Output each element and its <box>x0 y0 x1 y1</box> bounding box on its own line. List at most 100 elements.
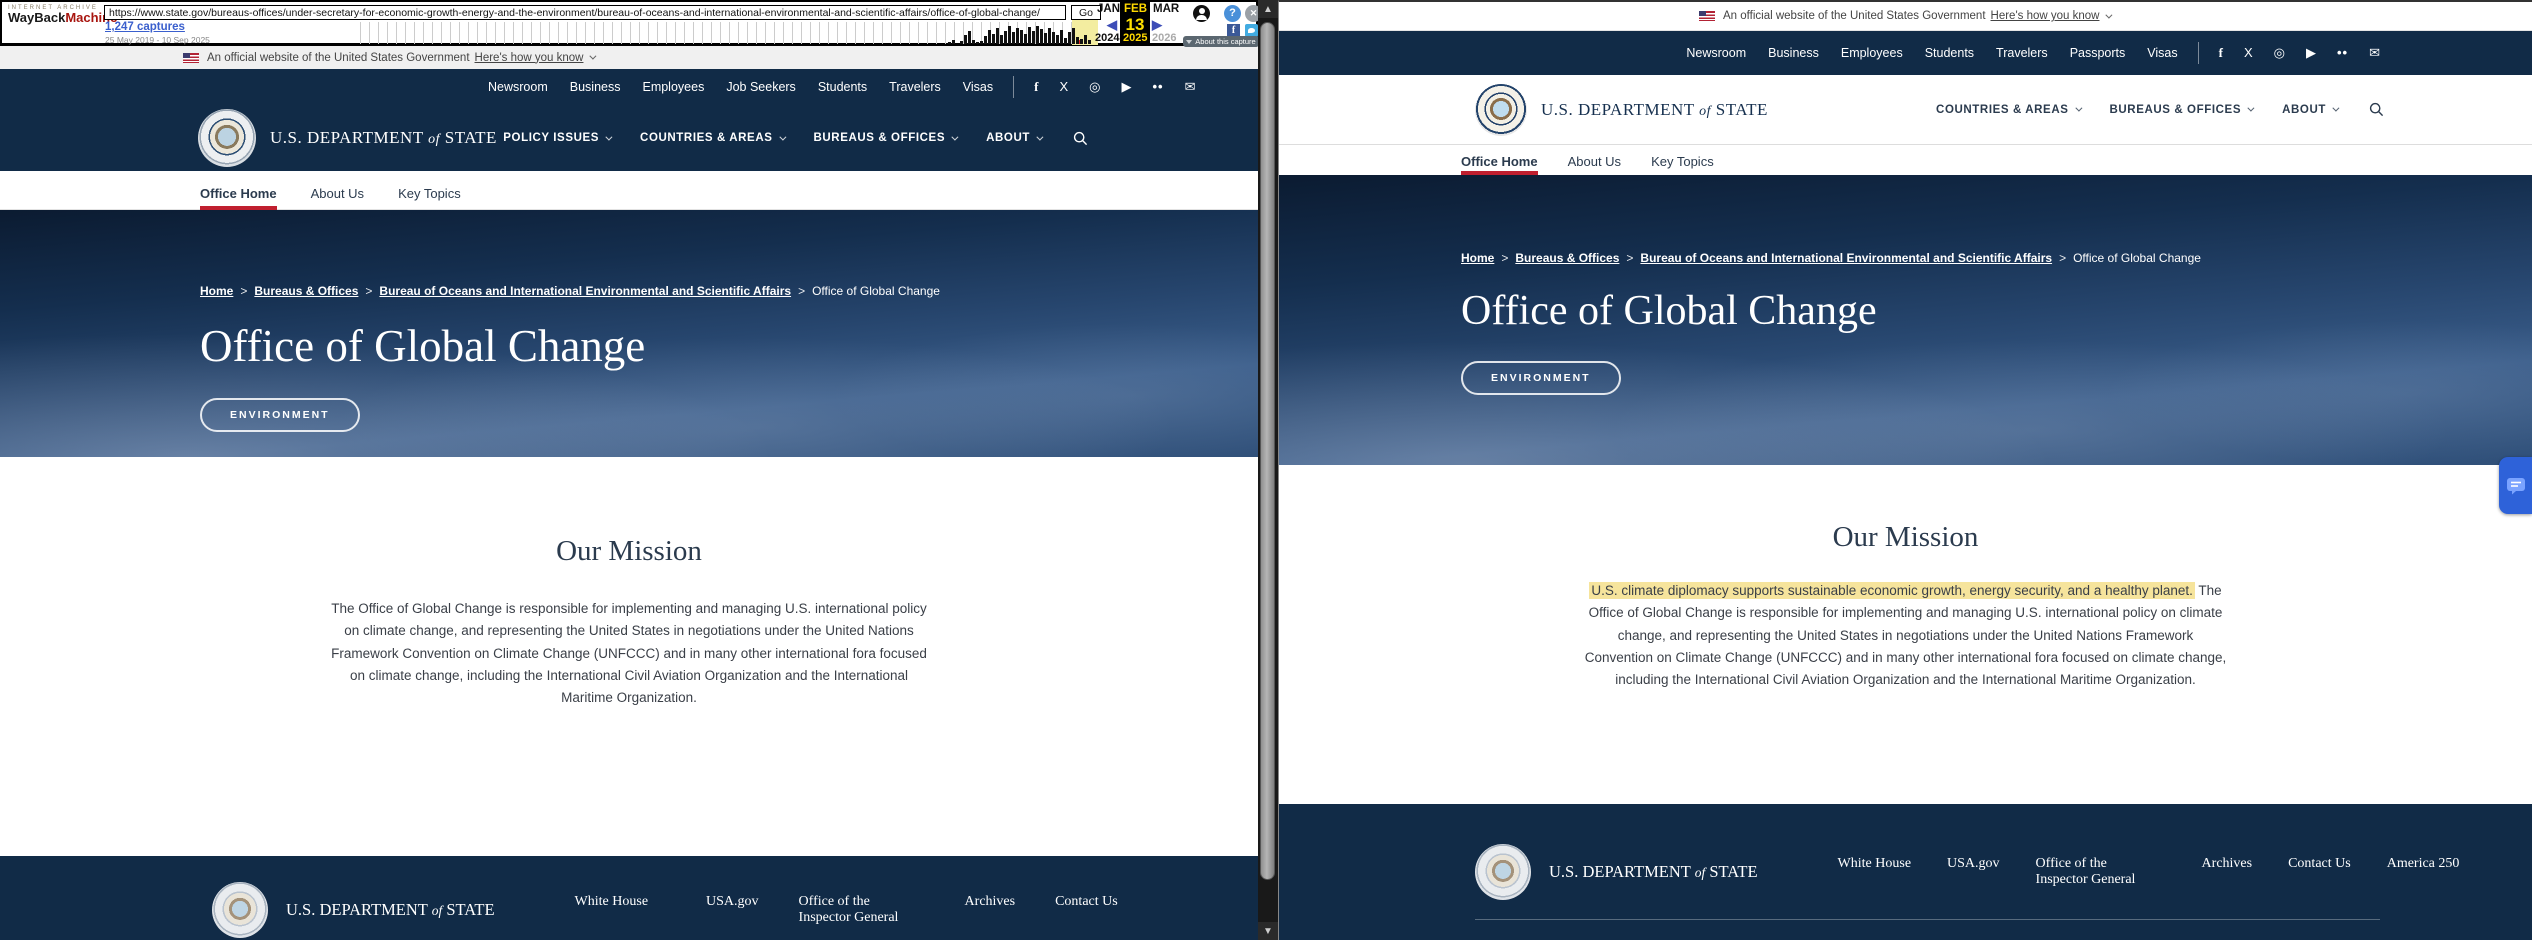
mission-paragraph: The Office of Global Change is responsib… <box>329 598 929 709</box>
state-department-seal[interactable] <box>1475 84 1527 136</box>
nav-about[interactable]: ABOUT <box>2282 104 2337 116</box>
scroll-down-arrow[interactable]: ▼ <box>1258 922 1278 940</box>
department-brand[interactable]: U.S. DEPARTMENT of STATE <box>1541 100 1768 120</box>
email-icon[interactable]: ✉ <box>1185 80 1196 94</box>
breadcrumb-home[interactable]: Home <box>1461 251 1494 265</box>
nav-bureaus-offices[interactable]: BUREAUS & OFFICES <box>2110 104 2253 116</box>
month-feb-active[interactable]: FEB <box>1124 3 1147 15</box>
utility-nav-item[interactable]: Business <box>1768 46 1819 60</box>
site-footer: U.S. DEPARTMENT of STATE White House USA… <box>0 856 1258 940</box>
breadcrumb-bureaus[interactable]: Bureaus & Offices <box>1515 251 1619 265</box>
next-capture-arrow[interactable]: ▶ <box>1152 17 1162 33</box>
utility-nav-item[interactable]: Passports <box>2070 46 2126 60</box>
breadcrumb-bureaus[interactable]: Bureaus & Offices <box>254 284 358 298</box>
facebook-icon[interactable]: f <box>2219 46 2223 60</box>
tab-about-us[interactable]: About Us <box>1568 154 1621 175</box>
vertical-scrollbar[interactable]: ▲ ▼ <box>1258 0 1278 940</box>
sparkline-bar <box>960 41 963 44</box>
sparkline-bar <box>1036 26 1039 44</box>
utility-nav-item[interactable]: Travelers <box>1996 46 2048 60</box>
tab-key-topics[interactable]: Key Topics <box>1651 154 1714 175</box>
search-icon[interactable] <box>1073 131 1088 146</box>
heres-how-link[interactable]: Here's how you know <box>475 52 584 64</box>
year-2024[interactable]: 2024 <box>1095 32 1119 44</box>
x-icon[interactable]: X <box>2244 46 2253 60</box>
youtube-icon[interactable]: ▶ <box>2306 46 2316 60</box>
footer-link-usa-gov[interactable]: USA.gov <box>1947 856 2000 872</box>
footer-link-archives[interactable]: Archives <box>965 894 1016 910</box>
flickr-icon[interactable]: •• <box>2337 46 2348 60</box>
utility-nav-item[interactable]: Students <box>818 80 867 94</box>
wayback-machine-logo[interactable]: INTERNET ARCHIVE WayBackMachine <box>8 5 103 24</box>
utility-nav-item[interactable]: Newsroom <box>1686 46 1746 60</box>
capture-sparkline[interactable] <box>948 22 1098 44</box>
breadcrumb-oes-bureau[interactable]: Bureau of Oceans and International Envir… <box>379 284 791 298</box>
breadcrumb-oes-bureau[interactable]: Bureau of Oceans and International Envir… <box>1640 251 2052 265</box>
flickr-icon[interactable]: •• <box>1153 80 1164 94</box>
instagram-icon[interactable]: ◎ <box>1089 80 1100 94</box>
footer-link-usa-gov[interactable]: USA.gov <box>706 894 759 910</box>
tab-office-home[interactable]: Office Home <box>200 186 277 210</box>
section-nav: Office Home About Us Key Topics <box>0 171 1258 210</box>
utility-nav-item[interactable]: Travelers <box>889 80 941 94</box>
utility-nav: Newsroom Business Employees Job Seekers … <box>488 80 993 94</box>
department-brand[interactable]: U.S. DEPARTMENT of STATE <box>270 128 497 148</box>
breadcrumb-home[interactable]: Home <box>200 284 233 298</box>
sparkline-bar <box>980 41 983 44</box>
wayback-url-input[interactable] <box>104 5 1066 20</box>
facebook-icon[interactable]: f <box>1034 80 1038 94</box>
tab-office-home[interactable]: Office Home <box>1461 154 1538 175</box>
environment-tag-button[interactable]: ENVIRONMENT <box>1461 361 1621 395</box>
footer-link-inspector-general[interactable]: Office of the Inspector General <box>2036 856 2144 888</box>
email-icon[interactable]: ✉ <box>2369 46 2380 60</box>
month-mar[interactable]: MAR <box>1153 3 1179 15</box>
scroll-up-arrow[interactable]: ▲ <box>1258 0 1278 18</box>
instagram-icon[interactable]: ◎ <box>2274 46 2285 60</box>
utility-nav-item[interactable]: Job Seekers <box>726 80 795 94</box>
footer-link-white-house[interactable]: White House <box>1838 856 1911 872</box>
previous-capture-arrow[interactable]: ◀ <box>1107 17 1117 33</box>
utility-nav-item[interactable]: Newsroom <box>488 80 548 94</box>
utility-nav-item[interactable]: Students <box>1925 46 1974 60</box>
state-department-seal[interactable] <box>198 109 256 167</box>
nav-countries-areas[interactable]: COUNTRIES & AREAS <box>1936 104 2079 116</box>
utility-nav-item[interactable]: Employees <box>642 80 704 94</box>
captures-count-link[interactable]: 1,247 captures <box>105 21 185 33</box>
tab-about-us[interactable]: About Us <box>311 186 364 210</box>
month-jan[interactable]: JAN <box>1097 3 1120 15</box>
nav-countries-areas[interactable]: COUNTRIES & AREAS <box>640 132 783 144</box>
breadcrumb: Home > Bureaus & Offices > Bureau of Oce… <box>200 284 1258 298</box>
year-2025-active[interactable]: 2025 <box>1123 32 1147 44</box>
search-icon[interactable] <box>2369 102 2384 117</box>
heres-how-link[interactable]: Here's how you know <box>1991 10 2100 22</box>
banner-text: An official website of the United States… <box>1723 10 1986 22</box>
year-2026[interactable]: 2026 <box>1152 32 1176 44</box>
scrollbar-thumb[interactable] <box>1260 22 1275 880</box>
nav-bureaus-offices[interactable]: BUREAUS & OFFICES <box>814 132 957 144</box>
breadcrumb-current: Office of Global Change <box>2073 251 2201 265</box>
close-toolbar-icon[interactable]: ✕ <box>1245 5 1258 22</box>
sparkline-bar <box>1056 35 1059 44</box>
youtube-icon[interactable]: ▶ <box>1122 80 1132 94</box>
utility-nav-item[interactable]: Business <box>570 80 621 94</box>
feedback-chat-tab[interactable] <box>2499 457 2532 514</box>
utility-nav-item[interactable]: Employees <box>1841 46 1903 60</box>
environment-tag-button[interactable]: ENVIRONMENT <box>200 398 360 432</box>
help-icon[interactable]: ? <box>1224 5 1241 22</box>
sparkline-bar <box>972 40 975 44</box>
tab-key-topics[interactable]: Key Topics <box>398 186 461 210</box>
utility-nav-item[interactable]: Visas <box>2147 46 2177 60</box>
nav-about[interactable]: ABOUT <box>986 132 1041 144</box>
nav-policy-issues[interactable]: POLICY ISSUES <box>503 132 610 144</box>
about-this-capture-button[interactable]: About this capture <box>1183 36 1258 47</box>
utility-nav-item[interactable]: Visas <box>963 80 993 94</box>
profile-icon[interactable] <box>1193 5 1210 22</box>
footer-link-contact-us[interactable]: Contact Us <box>1055 894 1118 910</box>
footer-link-contact-us[interactable]: Contact Us <box>2288 856 2351 872</box>
live-site-window: An official website of the United States… <box>1278 0 2532 940</box>
footer-link-inspector-general[interactable]: Office of the Inspector General <box>799 894 907 926</box>
footer-link-white-house[interactable]: White House <box>575 894 648 910</box>
footer-link-america-250[interactable]: America 250 <box>2387 856 2460 872</box>
x-icon[interactable]: X <box>1059 80 1068 94</box>
footer-link-archives[interactable]: Archives <box>2202 856 2253 872</box>
